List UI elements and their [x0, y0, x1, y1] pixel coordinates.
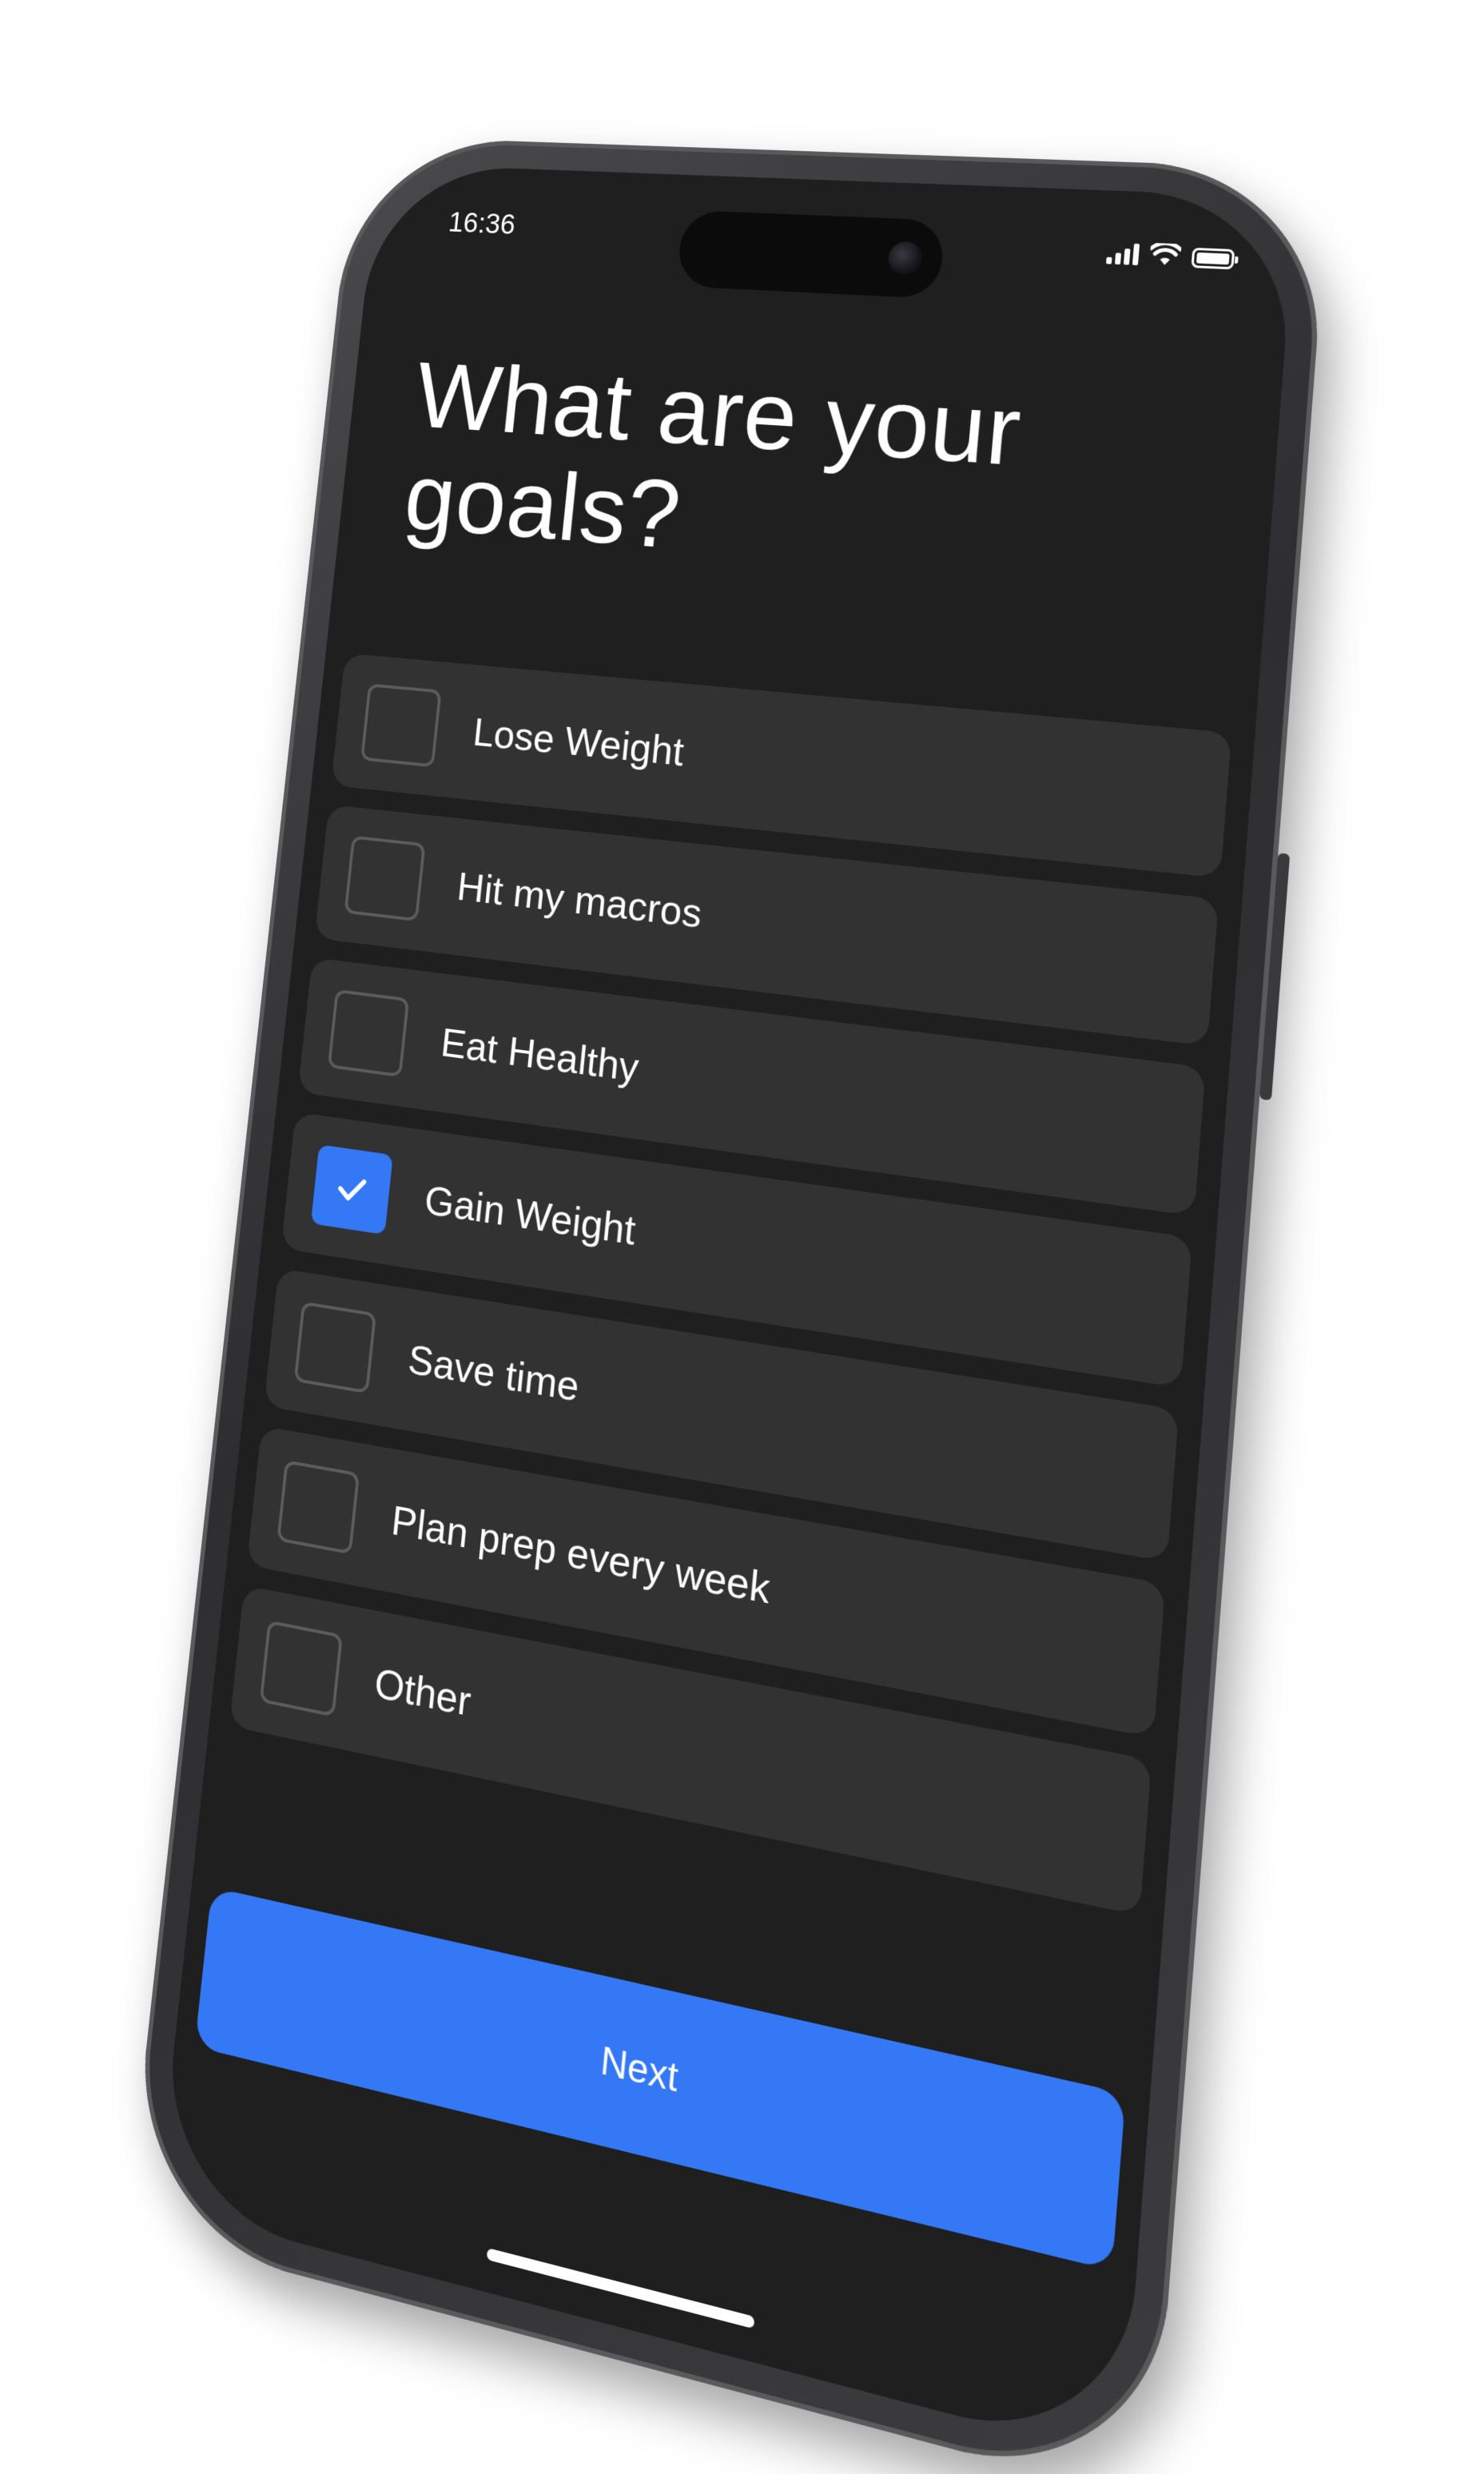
- goal-label: Eat Healthy: [439, 1020, 641, 1092]
- status-bar-indicators: [1105, 241, 1235, 270]
- cellular-signal-icon: [1105, 242, 1140, 266]
- side-button: [1259, 853, 1291, 1101]
- phone-screen: 16:36 What are your goals? Lose Weight H…: [157, 163, 1297, 2460]
- goal-label: Gain Weight: [422, 1177, 638, 1255]
- stage: 16:36 What are your goals? Lose Weight H…: [0, 0, 1484, 2474]
- front-camera-icon: [886, 241, 924, 276]
- goal-checkbox[interactable]: [259, 1620, 343, 1717]
- next-button[interactable]: Next: [194, 1887, 1126, 2271]
- wifi-icon: [1149, 243, 1182, 265]
- battery-icon: [1191, 247, 1235, 270]
- goal-checkbox[interactable]: [327, 988, 410, 1078]
- goal-label: Lose Weight: [471, 710, 686, 775]
- goal-checkbox-checked[interactable]: [310, 1144, 393, 1235]
- dynamic-island: [676, 209, 946, 300]
- checkmark-icon: [331, 1167, 372, 1211]
- goal-label: Save time: [406, 1337, 582, 1411]
- status-bar-time: 16:36: [447, 207, 517, 241]
- goal-list: Lose Weight Hit my macros Eat Healthy Ga…: [229, 653, 1232, 1916]
- phone-frame: 16:36 What are your goals? Lose Weight H…: [126, 135, 1331, 2474]
- goal-checkbox[interactable]: [277, 1459, 360, 1555]
- goal-label: Other: [372, 1660, 473, 1726]
- home-indicator[interactable]: [486, 2247, 755, 2329]
- goal-checkbox[interactable]: [293, 1301, 377, 1394]
- goal-checkbox[interactable]: [344, 835, 426, 922]
- goal-checkbox[interactable]: [360, 683, 442, 768]
- page-title: What are your goals?: [400, 343, 1026, 570]
- goal-label: Hit my macros: [455, 865, 704, 937]
